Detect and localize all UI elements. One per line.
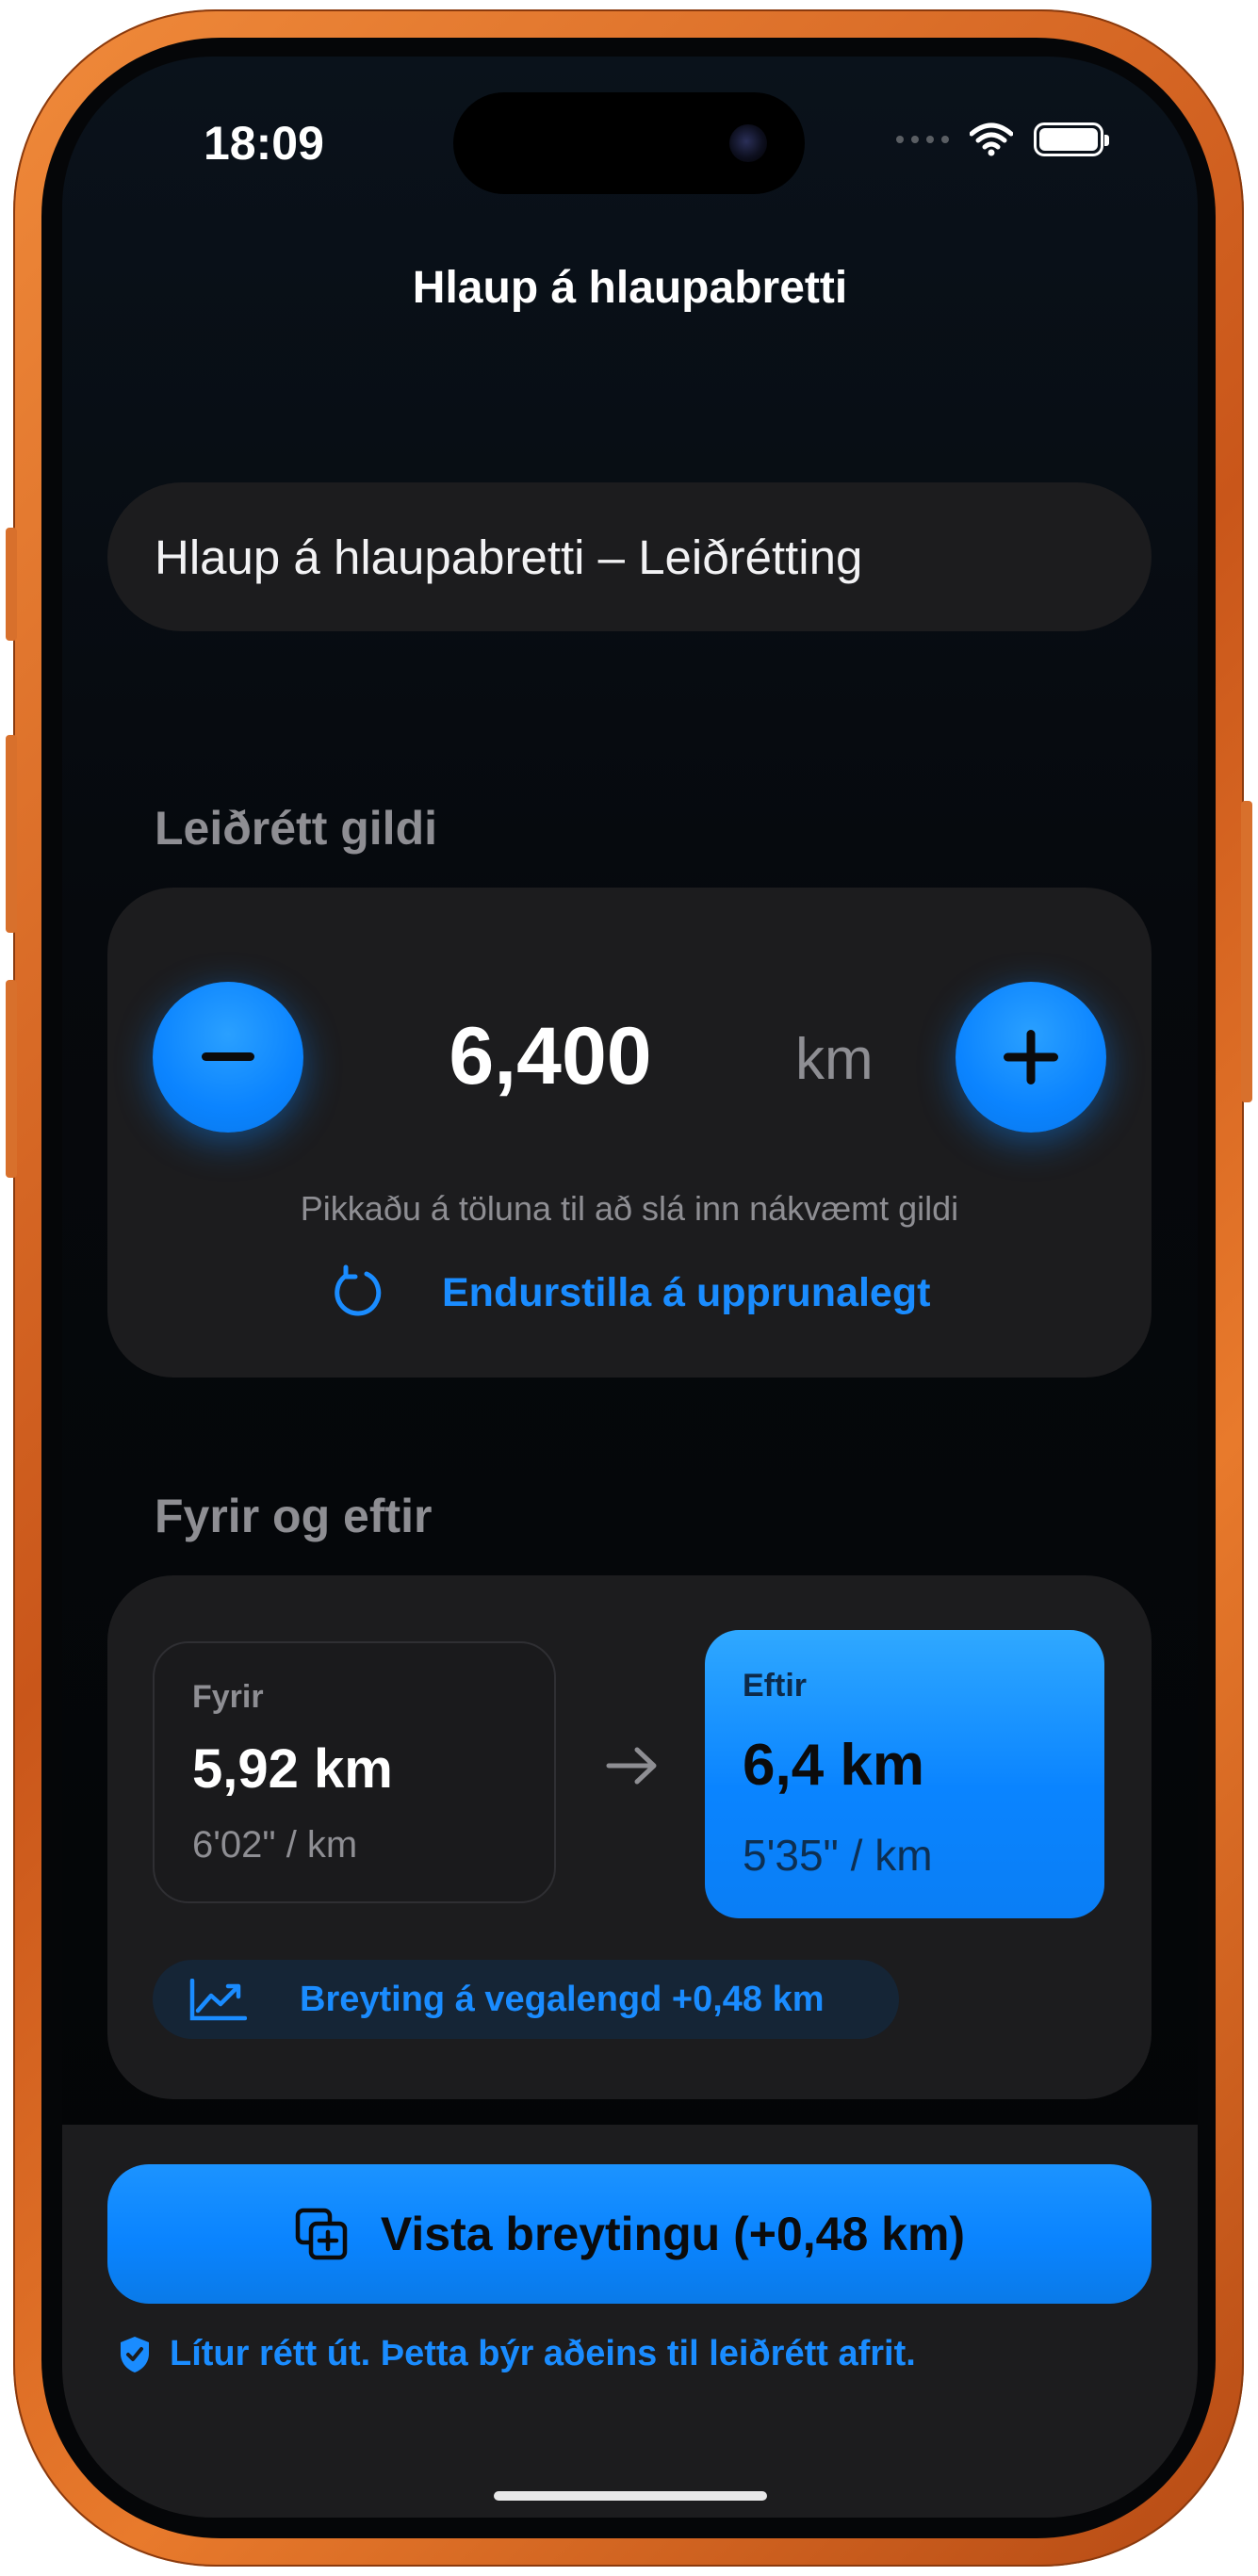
arrow-right-icon: [606, 1747, 657, 1785]
adjust-card: 6,400 km Pikkaðu á töluna til að slá inn…: [107, 888, 1152, 1378]
save-button[interactable]: Vista breytingu (+0,48 km): [107, 2164, 1152, 2304]
status-time: 18:09: [204, 117, 324, 170]
camera-icon: [729, 124, 767, 162]
reset-button[interactable]: Endurstilla á upprunalegt: [329, 1264, 930, 1321]
section-label-adjusted: Leiðrétt gildi: [155, 802, 437, 855]
section-label-compare: Fyrir og eftir: [155, 1490, 433, 1542]
save-label: Vista breytingu (+0,48 km): [380, 2208, 966, 2260]
page-title: Hlaup á hlaupabretti: [412, 263, 848, 313]
compare-card: Fyrir 5,92 km 6'02" / km Eftir 6,4 km 5'…: [107, 1575, 1152, 2099]
screen: 18:09 Hlaup á hlaupabretti Hlaup á hlaup…: [62, 57, 1198, 2518]
footer-note-text: Lítur rétt út. Þetta býr aðeins til leið…: [170, 2334, 916, 2373]
before-value: 5,92 km: [192, 1738, 393, 1800]
volume-up-button: [6, 735, 17, 933]
title-input-value: Hlaup á hlaupabretti – Leiðrétting: [155, 530, 863, 584]
plus-icon: [1004, 1030, 1058, 1084]
signal-icon: [896, 136, 949, 143]
minus-icon: [202, 1052, 254, 1061]
before-box: Fyrir 5,92 km 6'02" / km: [153, 1641, 556, 1903]
shield-check-icon: [121, 2336, 149, 2372]
home-indicator[interactable]: [493, 2491, 767, 2501]
footer-note: Lítur rétt út. Þetta býr aðeins til leið…: [119, 2334, 916, 2374]
before-pace: 6'02" / km: [192, 1824, 358, 1866]
after-label: Eftir: [743, 1668, 807, 1704]
action-button: [6, 528, 17, 641]
after-pace: 5'35" / km: [743, 1831, 933, 1880]
power-button: [1241, 801, 1252, 1102]
distance-unit: km: [795, 1027, 874, 1092]
title-input[interactable]: Hlaup á hlaupabretti – Leiðrétting: [107, 482, 1152, 631]
change-badge: Breyting á vegalengd +0,48 km: [153, 1960, 899, 2039]
duplicate-plus-icon: [295, 2208, 348, 2260]
reset-icon: [335, 1264, 382, 1316]
reset-label: Endurstilla á upprunalegt: [442, 1269, 931, 1315]
volume-down-button: [6, 980, 17, 1178]
after-box: Eftir 6,4 km 5'35" / km: [705, 1630, 1104, 1918]
change-label: Breyting á vegalengd +0,48 km: [300, 1979, 825, 2019]
battery-icon: [1034, 122, 1109, 156]
dynamic-island: [453, 92, 805, 194]
decrement-button[interactable]: [153, 982, 303, 1133]
status-indicators: [896, 121, 1109, 158]
before-label: Fyrir: [192, 1679, 264, 1715]
bottom-bar: Vista breytingu (+0,48 km) Lítur rétt út…: [62, 2125, 1198, 2518]
trend-up-icon: [189, 1979, 247, 2021]
input-hint: Pikkaðu á töluna til að slá inn nákvæmt …: [300, 1189, 959, 1228]
after-value: 6,4 km: [743, 1733, 925, 1798]
distance-value[interactable]: 6,400: [385, 1010, 715, 1103]
increment-button[interactable]: [956, 982, 1106, 1133]
wifi-icon: [970, 122, 1013, 156]
